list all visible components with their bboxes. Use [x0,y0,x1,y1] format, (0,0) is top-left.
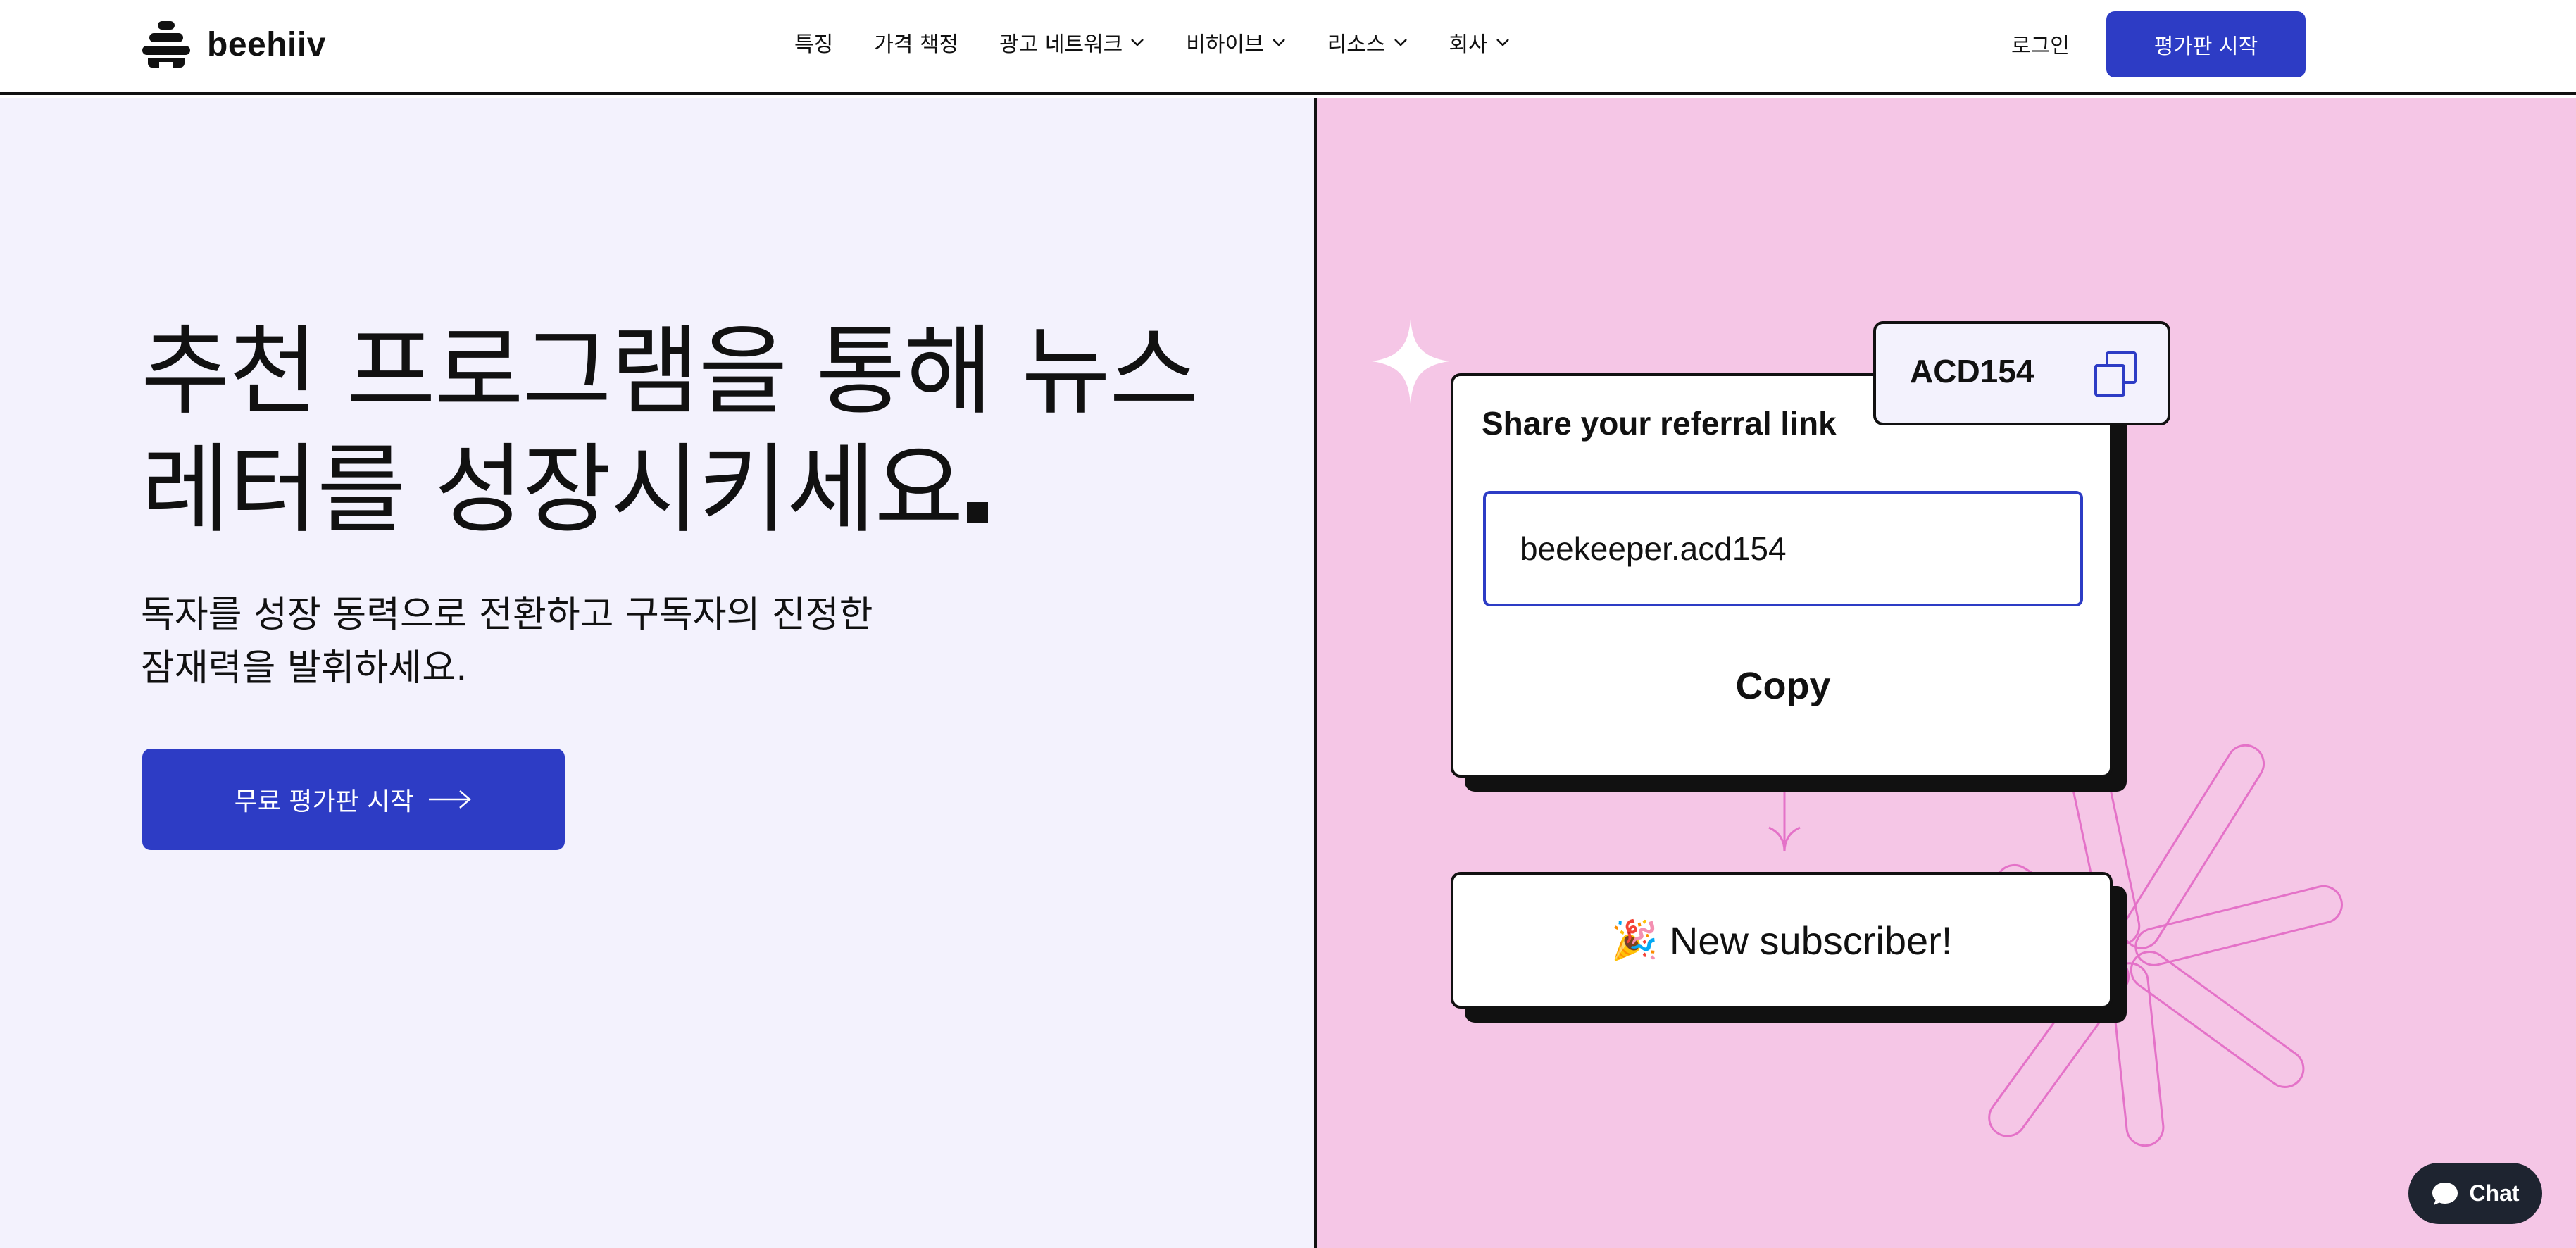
new-subscriber-message: 🎉 New subscriber! [1453,875,2110,1006]
hero-subtitle-line-2: 잠재력을 발휘하세요. [141,647,468,689]
referral-link-input[interactable] [1483,491,2083,606]
copy-button[interactable]: Copy [1483,637,2083,735]
top-nav: beehiiv 특징 가격 책정 광고 네트워크 비하이브 리소스 회사 로그인… [0,0,2576,95]
nav-item-label: 가격 책정 [874,32,959,57]
arrow-right-icon [429,790,472,809]
hero-subtitle-line-1: 독자를 성장 동력으로 전환하고 구독자의 진정한 [141,594,873,636]
nav-item-label: 리소스 [1327,32,1386,57]
chevron-down-icon [1131,39,1144,46]
chat-button[interactable]: Chat [2408,1163,2542,1224]
arrow-down-icon [1768,792,1801,852]
referral-code: ACD154 [1910,353,2034,389]
nav-item-company[interactable]: 회사 [1449,27,1511,58]
nav-item-ad-network[interactable]: 광고 네트워크 [999,27,1145,58]
brand-name: beehiiv [207,25,326,63]
nav-item-label: 비하이브 [1186,32,1264,57]
login-link[interactable]: 로그인 [2011,28,2070,59]
hero-subtitle: 독자를 성장 동력으로 전환하고 구독자의 진정한 잠재력을 발휘하세요. [141,588,972,695]
chat-label: Chat [2469,1180,2520,1206]
nav-item-beehive[interactable]: 비하이브 [1186,27,1286,58]
copy-icon[interactable] [2093,351,2138,397]
nav-item-pricing[interactable]: 가격 책정 [874,27,958,58]
nav-item-label: 회사 [1449,32,1488,57]
chat-bubble-icon [2432,1182,2458,1205]
hero-title-line-2: 레터를 성장시키세요 [141,433,964,547]
chevron-down-icon [1394,39,1407,46]
referral-card-title: Share your referral link [1482,405,1837,442]
referral-code-tab: ACD154 [1873,321,2170,425]
nav-item-label: 광고 네트워크 [999,32,1123,57]
beehive-icon [142,21,190,68]
start-trial-button[interactable]: 평가판 시작 [2106,11,2306,77]
logo[interactable]: beehiiv [141,20,326,69]
sparkle-icon [1372,319,1449,404]
referral-illustration: Share your referral link Copy ACD154 🎉 N… [1317,98,2576,1248]
title-period-square [966,502,988,523]
new-subscriber-label: New subscriber! [1669,918,1953,963]
main-menu: 특징 가격 책정 광고 네트워크 비하이브 리소스 회사 [794,27,1511,58]
nav-item-label: 특징 [794,32,834,57]
chevron-down-icon [1272,39,1285,46]
party-popper-icon: 🎉 [1611,918,1658,961]
nav-item-resources[interactable]: 리소스 [1327,27,1408,58]
new-subscriber-card: 🎉 New subscriber! [1451,872,2113,1009]
free-trial-label: 무료 평가판 시작 [234,787,414,816]
free-trial-button[interactable]: 무료 평가판 시작 [142,749,565,850]
chevron-down-icon [1496,39,1509,46]
referral-card: Share your referral link Copy [1451,373,2113,778]
hero-title-line-1: 추천 프로그램을 통해 뉴스 [141,315,1199,428]
nav-item-features[interactable]: 특징 [794,27,833,58]
hero-title: 추천 프로그램을 통해 뉴스 레터를 성장시키세요 [141,313,1239,549]
